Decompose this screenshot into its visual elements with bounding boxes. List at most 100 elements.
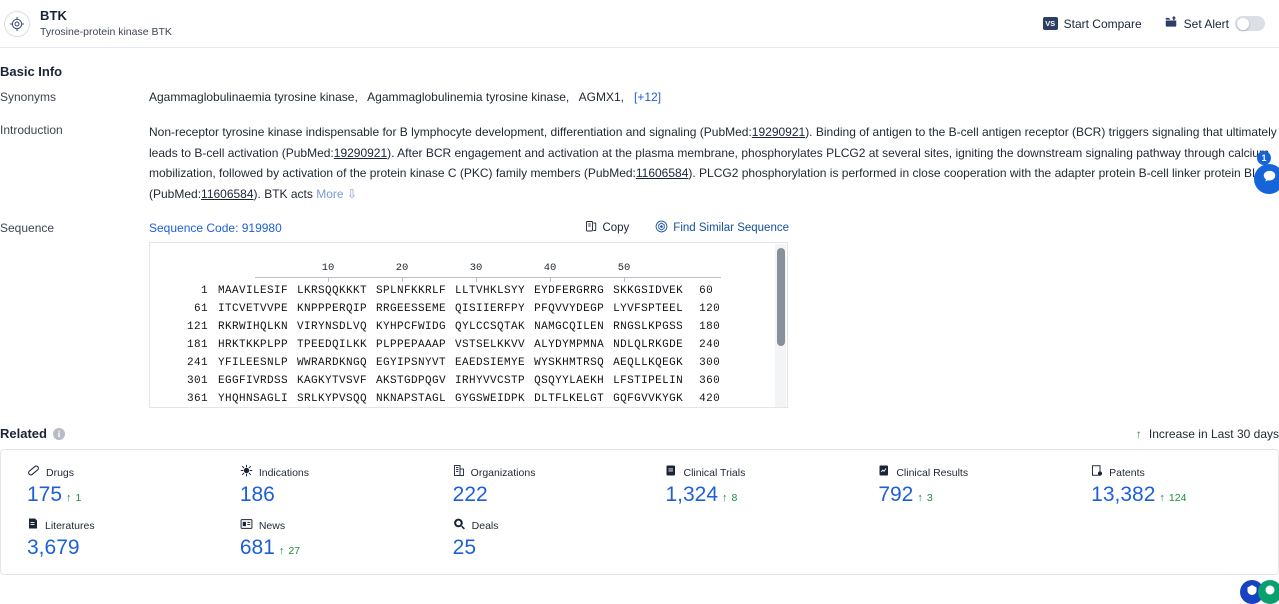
start-compare-button[interactable]: VS Start Compare xyxy=(1042,17,1142,31)
alert-toggle[interactable] xyxy=(1235,16,1265,31)
sequence-chunk: PFQVVYDEGP xyxy=(534,303,605,315)
arrow-up-icon: ↑ xyxy=(917,492,923,504)
pubmed-link[interactable]: 11606584 xyxy=(201,187,254,201)
related-stats-card: Drugs 175 ↑ 1 Indications 186 Organizati… xyxy=(0,449,1279,575)
pubmed-link[interactable]: 11606584 xyxy=(636,166,689,180)
sequence-chunk: AKSTGDPQGV xyxy=(376,375,447,387)
sequence-chunk: PLPPEPAAAP xyxy=(376,339,447,351)
stat-clinical-results[interactable]: Clinical Results 792 ↑ 3 xyxy=(852,464,1065,507)
sequence-viewer[interactable]: 10 20 30 40 50 1 MAAVILESIF LKRSQQKKKT S… xyxy=(149,242,788,408)
sequence-chunk: SPLNFKKRLF xyxy=(376,285,447,297)
header-identity: BTK Tyrosine-protein kinase BTK xyxy=(0,8,172,38)
stat-clinical-trials[interactable]: Clinical Trials 1,324 ↑ 8 xyxy=(639,465,852,507)
stat-value[interactable]: 3,679 xyxy=(27,536,80,560)
sequence-chunk: ITCVETVVPE xyxy=(218,303,289,315)
find-similar-icon xyxy=(655,220,668,236)
clinical-result-icon xyxy=(878,464,890,482)
sequence-line: 181 HRKTKKPLPP TPEEDQILKK PLPPEPAAAP VST… xyxy=(150,339,787,357)
arrow-up-icon: ↑ xyxy=(66,492,72,504)
stat-value[interactable]: 175 xyxy=(27,483,62,507)
ruler-tick xyxy=(550,277,551,282)
feedback-icon xyxy=(1264,583,1276,601)
sequence-start-index: 181 xyxy=(186,339,208,351)
stat-value[interactable]: 792 xyxy=(878,483,913,507)
synonym-item: Agammaglobulinemia tyrosine kinase, xyxy=(367,90,570,104)
arrow-up-icon: ↑ xyxy=(1135,426,1142,441)
building-icon xyxy=(453,464,465,482)
stat-deals[interactable]: Deals 25 xyxy=(427,517,640,560)
stat-organizations[interactable]: Organizations 222 xyxy=(427,464,640,507)
ruler-tick xyxy=(624,277,625,282)
ruler-baseline xyxy=(255,277,721,278)
notification-badge[interactable]: 1 xyxy=(1257,151,1271,165)
copy-icon xyxy=(585,220,597,236)
pubmed-link[interactable]: 19290921 xyxy=(752,125,805,139)
sequence-start-index: 121 xyxy=(186,321,208,333)
deals-icon xyxy=(453,517,466,535)
sequence-end-index: 360 xyxy=(699,375,721,387)
main-content: Basic Info Synonyms Agammaglobulinaemia … xyxy=(0,48,1279,575)
stat-literatures[interactable]: Literatures 3,679 xyxy=(1,518,214,560)
stat-indications[interactable]: Indications 186 xyxy=(214,464,427,507)
sequence-chunk: AEQLLKQEGK xyxy=(613,357,684,369)
sequence-chunk: RKRWIHQLKN xyxy=(218,321,289,333)
stat-label: Drugs xyxy=(46,467,75,479)
info-icon[interactable]: i xyxy=(52,427,65,440)
stat-patents[interactable]: Patents 13,382 ↑ 124 xyxy=(1065,464,1278,507)
sequence-start-index: 301 xyxy=(186,375,208,387)
copy-label: Copy xyxy=(602,222,630,234)
sequence-chunk: LYVFSPTEEL xyxy=(613,303,684,315)
introduction-more-button[interactable]: More ⇩ xyxy=(316,187,357,201)
sequence-end-index: 300 xyxy=(699,357,721,369)
pubmed-link[interactable]: 19290921 xyxy=(334,146,387,160)
chat-support-button[interactable] xyxy=(1254,164,1279,194)
patent-icon xyxy=(1091,464,1103,482)
copy-button[interactable]: Copy xyxy=(585,220,629,236)
sequence-line: 1 MAAVILESIF LKRSQQKKKT SPLNFKKRLF LLTVH… xyxy=(150,285,787,303)
sequence-scrollbar-thumb[interactable] xyxy=(776,248,785,346)
sequence-chunk: EAEDSIEMYE xyxy=(455,357,526,369)
page-subtitle: Tyrosine-protein kinase BTK xyxy=(40,25,172,38)
sequence-scrollbar[interactable] xyxy=(775,244,786,407)
stat-news[interactable]: News 681 ↑ 27 xyxy=(214,519,427,560)
sequence-chunk: WYSKHMTRSQ xyxy=(534,357,605,369)
stat-value[interactable]: 186 xyxy=(240,483,275,507)
stat-delta: 27 xyxy=(288,545,301,557)
sequence-chunk: EGGFIVRDSS xyxy=(218,375,289,387)
related-header: Related i ↑ Increase in Last 30 days xyxy=(0,408,1279,449)
news-icon xyxy=(240,517,253,535)
synonym-item: Agammaglobulinaemia tyrosine kinase, xyxy=(149,90,358,104)
sequence-code[interactable]: Sequence Code: 919980 xyxy=(149,221,282,235)
sequence-line: 361 YHQHNSAGLI SRLKYPVSQQ NKNAPSTAGL GYG… xyxy=(150,393,787,407)
app-header: BTK Tyrosine-protein kinase BTK VS Start… xyxy=(0,0,1279,48)
sequence-end-index: 180 xyxy=(699,321,721,333)
chevron-double-down-icon: ⇩ xyxy=(346,186,357,201)
stat-value[interactable]: 25 xyxy=(453,536,476,560)
sequence-chunk: LFSTIPELIN xyxy=(613,375,684,387)
sequence-chunk: SKKGSIDVEK xyxy=(613,285,684,297)
stat-value[interactable]: 681 xyxy=(240,536,275,560)
stat-value[interactable]: 222 xyxy=(453,483,488,507)
stat-value[interactable]: 13,382 xyxy=(1091,483,1155,507)
sequence-start-index: 61 xyxy=(193,303,208,315)
ruler-tick xyxy=(402,277,403,282)
versus-icon: VS xyxy=(1042,17,1058,30)
ruler-tick xyxy=(328,277,329,282)
sequence-chunk: YHQHNSAGLI xyxy=(218,393,289,405)
set-alert-control[interactable]: Set Alert xyxy=(1164,15,1265,32)
synonyms-label: Synonyms xyxy=(0,90,57,104)
sequence-chunk: TPEEDQILKK xyxy=(297,339,368,351)
stat-value[interactable]: 1,324 xyxy=(665,483,718,507)
synonyms-more-link[interactable]: [+12] xyxy=(634,90,661,104)
find-similar-sequence-button[interactable]: Find Similar Sequence xyxy=(655,220,789,236)
related-legend-label: Increase in Last 30 days xyxy=(1148,426,1279,441)
sequence-chunk: LKRSQQKKKT xyxy=(297,285,368,297)
chat-bubble-icon xyxy=(1262,169,1277,189)
stat-label: Clinical Trials xyxy=(683,467,746,479)
stat-label: Clinical Results xyxy=(896,467,969,479)
pill-icon xyxy=(27,464,40,482)
feedback-button[interactable] xyxy=(1258,580,1279,604)
arrow-up-icon: ↑ xyxy=(278,545,285,557)
stat-drugs[interactable]: Drugs 175 ↑ 1 xyxy=(1,464,214,507)
sequence-end-index: 420 xyxy=(699,393,721,405)
